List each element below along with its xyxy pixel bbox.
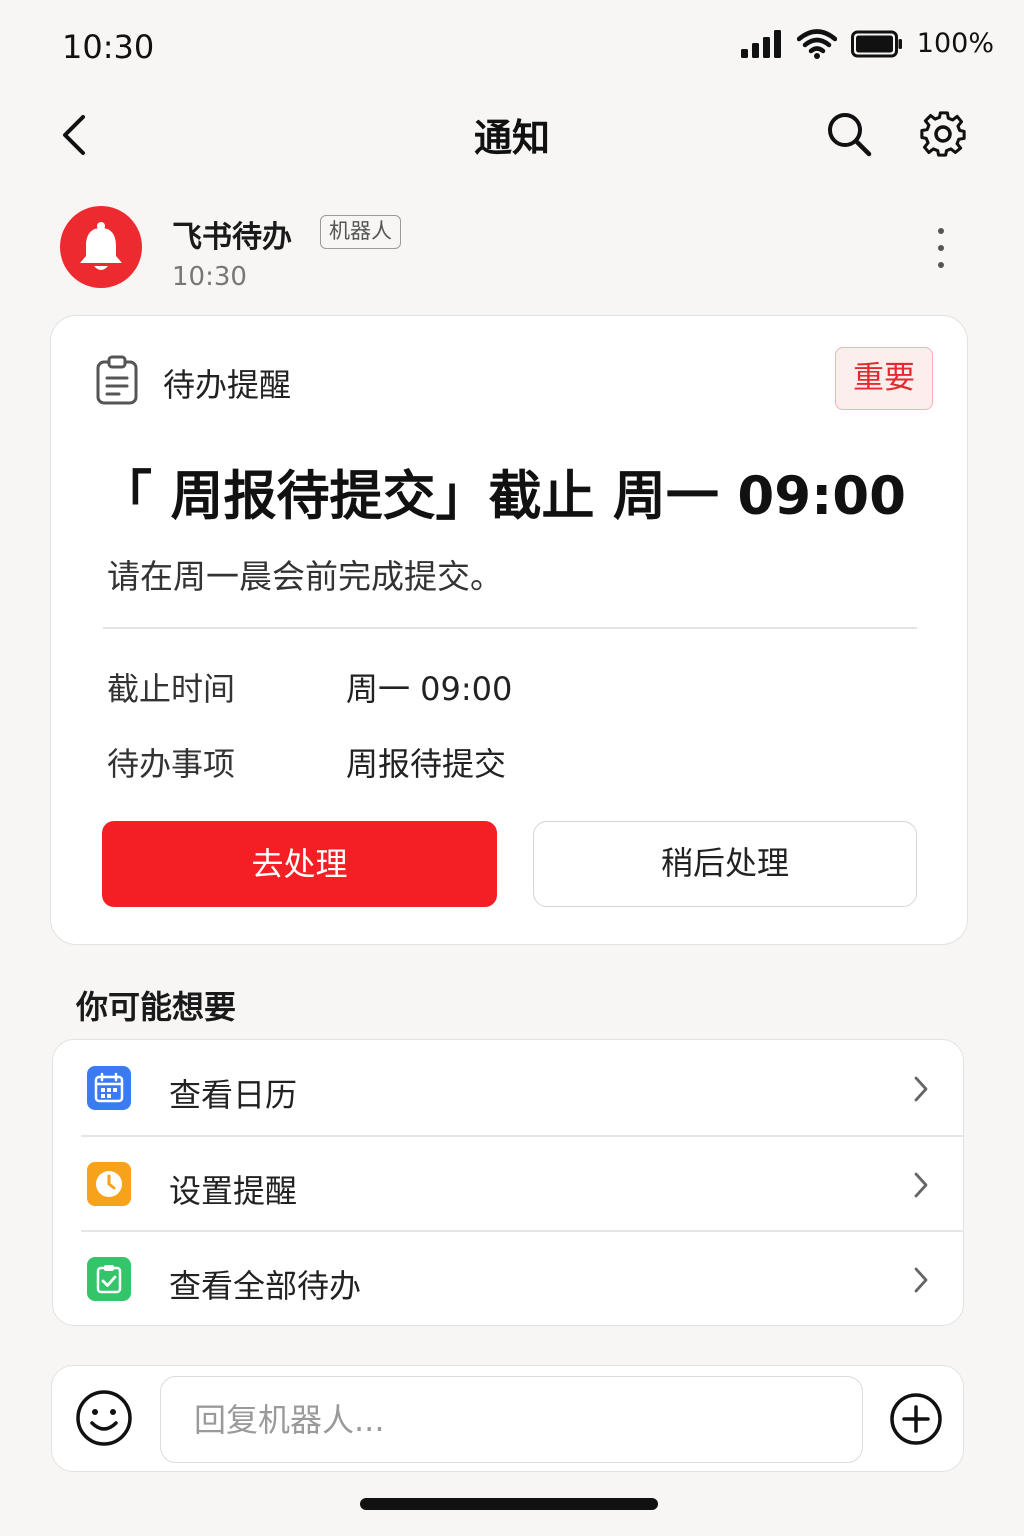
battery-percent: 100% <box>916 28 994 59</box>
suggestions-list: 查看日历 设置提醒 查看全部待办 <box>52 1039 964 1326</box>
nav-bar: 通知 <box>0 95 1024 175</box>
list-item-view-all-todos[interactable]: 查看全部待办 <box>53 1231 963 1325</box>
card-header-title: 待办提醒 <box>163 366 292 404</box>
sender-name: 飞书待办 <box>172 220 292 255</box>
search-icon <box>828 113 872 157</box>
status-icons: 100% <box>740 28 994 59</box>
deadline-value: 周一 09:00 <box>346 670 513 708</box>
smiley-icon <box>76 1390 132 1446</box>
signal-icon <box>740 29 781 58</box>
sender-row: 飞书待办 机器人 10:30 <box>0 200 1024 300</box>
card-title: 「 周报待提交」截止 周一 09:00 <box>99 466 907 527</box>
list-item-label: 查看全部待办 <box>169 1267 362 1305</box>
suggestions-title: 你可能想要 <box>76 988 237 1026</box>
todo-check-icon <box>87 1257 131 1301</box>
clipboard-icon <box>96 355 138 405</box>
handle-later-button[interactable]: 稍后处理 <box>533 821 917 907</box>
more-dot <box>938 245 944 251</box>
message-time: 10:30 <box>172 262 247 292</box>
todo-item-label: 待办事项 <box>107 745 236 783</box>
handle-now-button[interactable]: 去处理 <box>102 821 497 907</box>
wifi-icon <box>796 28 837 59</box>
more-dot <box>938 228 944 234</box>
more-dot <box>938 262 944 268</box>
clock-icon <box>87 1162 131 1206</box>
deadline-label: 截止时间 <box>107 670 236 708</box>
reply-input[interactable] <box>160 1376 863 1463</box>
home-indicator[interactable] <box>360 1498 658 1510</box>
todo-item-value: 周报待提交 <box>346 745 507 783</box>
chevron-right-icon <box>914 1172 928 1198</box>
reply-bar <box>51 1365 964 1472</box>
divider <box>103 627 917 629</box>
list-item-view-calendar[interactable]: 查看日历 <box>53 1040 963 1135</box>
avatar[interactable] <box>60 206 142 288</box>
card-description: 请在周一晨会前完成提交。 <box>107 557 503 596</box>
bot-badge: 机器人 <box>320 215 401 249</box>
emoji-button[interactable] <box>74 1388 134 1448</box>
more-button[interactable] <box>926 228 956 268</box>
bell-icon <box>80 222 122 270</box>
chevron-right-icon <box>914 1267 928 1293</box>
status-bar: 10:30 100% <box>0 0 1024 90</box>
search-button[interactable] <box>824 109 874 159</box>
gear-icon <box>920 111 966 157</box>
status-time: 10:30 <box>62 28 155 66</box>
calendar-icon <box>87 1066 131 1110</box>
settings-button[interactable] <box>916 107 970 161</box>
chevron-right-icon <box>914 1076 928 1102</box>
list-item-set-reminder[interactable]: 设置提醒 <box>53 1136 963 1231</box>
important-badge: 重要 <box>835 347 933 410</box>
list-item-label: 查看日历 <box>169 1076 298 1114</box>
todo-reminder-card: 待办提醒 重要 「 周报待提交」截止 周一 09:00 请在周一晨会前完成提交。… <box>50 315 968 945</box>
battery-icon <box>850 30 902 57</box>
list-item-label: 设置提醒 <box>169 1172 298 1210</box>
plus-circle-icon <box>890 1393 942 1445</box>
add-button[interactable] <box>888 1391 944 1447</box>
